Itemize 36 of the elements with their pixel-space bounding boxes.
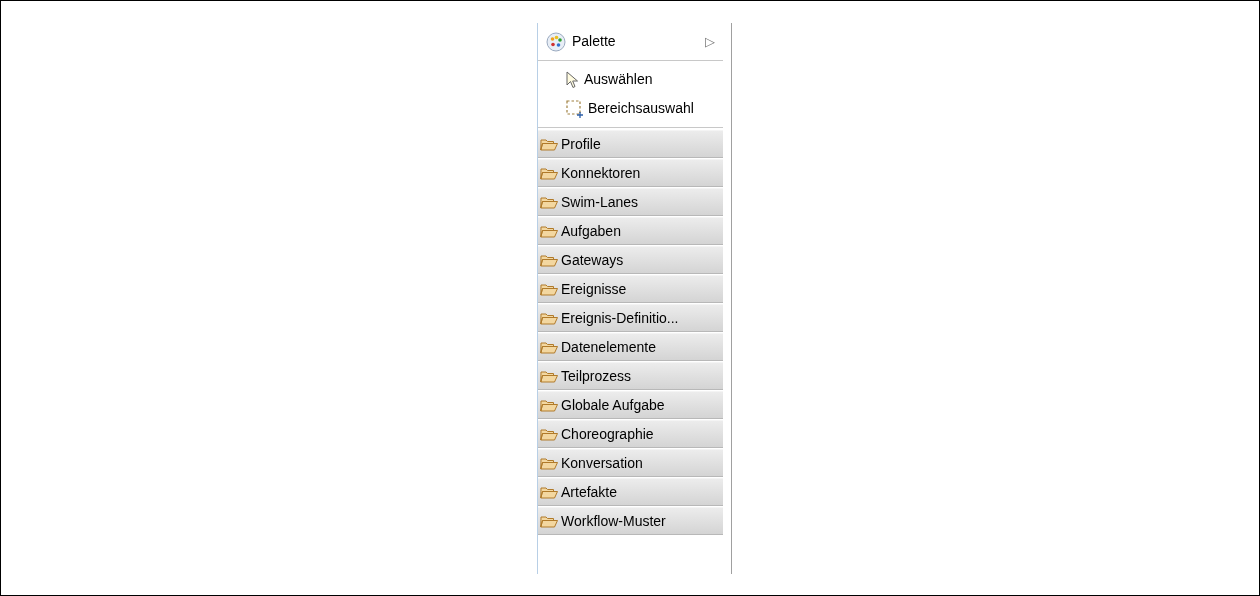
folder-icon — [540, 253, 558, 267]
folder-icon — [540, 398, 558, 412]
folder-icon — [540, 166, 558, 180]
palette-drawer[interactable]: Globale Aufgabe — [538, 391, 723, 418]
palette-drawer[interactable]: Teilprozess — [538, 362, 723, 389]
expand-toggle[interactable]: ▷ — [705, 31, 715, 52]
folder-icon — [540, 195, 558, 209]
folder-icon — [540, 282, 558, 296]
folder-icon — [540, 137, 558, 151]
folder-icon — [540, 514, 558, 528]
folder-icon — [540, 340, 558, 354]
palette-header[interactable]: Palette ▷ — [538, 23, 723, 61]
palette-title: Palette — [572, 32, 616, 51]
folder-icon — [540, 224, 558, 238]
palette-drawer[interactable]: Workflow-Muster — [538, 507, 723, 534]
palette-drawer[interactable]: Konversation — [538, 449, 723, 476]
folder-icon — [540, 311, 558, 325]
palette-drawer[interactable]: Swim-Lanes — [538, 188, 723, 215]
pointer-icon — [566, 70, 580, 89]
palette-drawer[interactable]: Ereignis-Definitio... — [538, 304, 723, 331]
palette-drawer[interactable]: Aufgaben — [538, 217, 723, 244]
folder-icon — [540, 485, 558, 499]
marquee-selection-icon — [566, 99, 584, 118]
palette-drawer[interactable]: Profile — [538, 130, 723, 157]
palette-drawer[interactable]: Ereignisse — [538, 275, 723, 302]
palette-drawer[interactable]: Gateways — [538, 246, 723, 273]
palette-drawer[interactable]: Konnektoren — [538, 159, 723, 186]
folder-icon — [540, 456, 558, 470]
folder-icon — [540, 369, 558, 383]
palette-icon — [546, 31, 566, 52]
palette-tool[interactable]: Bereichsauswahl — [538, 94, 723, 123]
palette-drawer[interactable]: Choreographie — [538, 420, 723, 447]
folder-icon — [540, 427, 558, 441]
palette-drawer[interactable]: Artefakte — [538, 478, 723, 505]
palette-tool[interactable]: Auswählen — [538, 65, 723, 94]
palette-drawer[interactable]: Datenelemente — [538, 333, 723, 360]
